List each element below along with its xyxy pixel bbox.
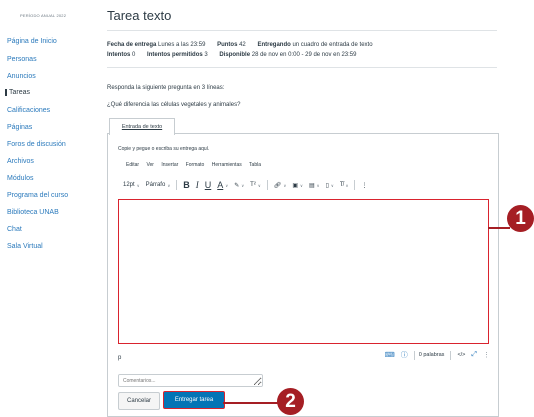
sidebar-item-grades[interactable]: Calificaciones bbox=[7, 107, 50, 114]
italic-icon[interactable]: I bbox=[196, 180, 199, 190]
sidebar-item-files[interactable]: Archivos bbox=[7, 158, 34, 165]
text-editor-area[interactable] bbox=[118, 199, 489, 344]
chevron-down-icon: ∨ bbox=[136, 182, 140, 188]
allowed-attempts-value: 3 bbox=[204, 52, 208, 58]
sidebar-item-people[interactable]: Personas bbox=[7, 56, 37, 63]
toolbar-separator bbox=[176, 180, 178, 190]
sidebar-item-pages[interactable]: Páginas bbox=[7, 124, 32, 131]
callout-badge-1: 1 bbox=[507, 205, 534, 232]
submission-panel: Copie y pegue o escriba su entrega aquí.… bbox=[107, 133, 499, 417]
font-size-value: 12pt bbox=[123, 182, 135, 188]
callout-line bbox=[223, 402, 280, 404]
highlight-color-icon[interactable]: ✎ ∨ bbox=[234, 182, 244, 189]
html-editor-toggle[interactable]: </> bbox=[457, 352, 465, 358]
due-value: Lunes a las 23:59 bbox=[158, 42, 206, 48]
superscript-icon[interactable]: T² ∨ bbox=[250, 182, 261, 188]
comments-input[interactable] bbox=[118, 374, 263, 387]
submitting-value: un cuadro de entrada de texto bbox=[292, 42, 373, 48]
element-path: p bbox=[118, 355, 122, 361]
sidebar-item-chat[interactable]: Chat bbox=[7, 226, 22, 233]
sidebar-item-announcements[interactable]: Anuncios bbox=[7, 73, 36, 80]
chevron-down-icon: ∨ bbox=[167, 182, 171, 188]
chevron-down-icon: ∨ bbox=[300, 182, 303, 188]
image-icon[interactable]: ▣ ∨ bbox=[292, 182, 303, 189]
clear-format-icon[interactable]: T̸ ∨ bbox=[340, 182, 349, 188]
resize-handle-icon[interactable]: ⋮ bbox=[483, 351, 490, 359]
attempts-label: Intentos bbox=[107, 52, 131, 58]
chevron-down-icon: ∨ bbox=[330, 182, 334, 188]
editor-statusbar: ⌨ ⓘ 0 palabras </> ⤢ ⋮ bbox=[379, 350, 490, 360]
due-label: Fecha de entrega bbox=[107, 42, 157, 48]
chevron-down-icon: ∨ bbox=[316, 182, 320, 188]
submit-assignment-button[interactable]: Entregar tarea bbox=[163, 391, 225, 409]
allowed-attempts-label: Intentos permitidos bbox=[147, 52, 203, 58]
menu-table[interactable]: Tabla bbox=[249, 162, 261, 168]
menu-tools[interactable]: Herramientas bbox=[212, 162, 242, 168]
assignment-meta-row-1: Fecha de entrega Lunes a las 23:59 Punto… bbox=[107, 42, 373, 48]
fullscreen-icon[interactable]: ⤢ bbox=[471, 351, 477, 359]
page-title: Tarea texto bbox=[107, 8, 172, 23]
toolbar-separator bbox=[354, 180, 356, 190]
sidebar-item-modules[interactable]: Módulos bbox=[7, 175, 33, 182]
term-label: PERÍODO ANUAL 2022 bbox=[20, 13, 67, 18]
chevron-down-icon: ∨ bbox=[257, 182, 261, 188]
text-color-icon[interactable]: A ∨ bbox=[217, 180, 228, 190]
sidebar-item-virtual-room[interactable]: Sala Virtual bbox=[7, 243, 43, 250]
chevron-down-icon: ∨ bbox=[283, 182, 287, 188]
divider bbox=[107, 67, 497, 68]
assignment-meta-row-2: Intentos 0 Intentos permitidos 3 Disponi… bbox=[107, 52, 357, 58]
menu-view[interactable]: Ver bbox=[146, 162, 154, 168]
question-text: ¿Qué diferencia las células vegetales y … bbox=[107, 102, 241, 108]
accessibility-icon[interactable]: ⓘ bbox=[401, 350, 408, 360]
points-label: Puntos bbox=[217, 42, 238, 48]
cancel-button[interactable]: Cancelar bbox=[118, 392, 160, 410]
sidebar-item-discussions[interactable]: Foros de discusión bbox=[7, 141, 66, 148]
editor-menubar: Editar Ver Insertar Formato Herramientas… bbox=[126, 162, 267, 168]
chevron-down-icon: ∨ bbox=[345, 182, 349, 188]
block-format-select[interactable]: Párrafo ∨ bbox=[146, 182, 171, 188]
underline-icon[interactable]: U bbox=[205, 180, 212, 190]
sidebar-item-assignments[interactable]: Tareas bbox=[5, 89, 30, 96]
course-nav: PERÍODO ANUAL 2022 Página de Inicio Pers… bbox=[0, 0, 96, 417]
callout-badge-2: 2 bbox=[277, 388, 304, 415]
keyboard-icon[interactable]: ⌨ bbox=[385, 351, 395, 359]
tab-text-entry[interactable]: Entrada de texto bbox=[109, 118, 175, 135]
toolbar-separator bbox=[266, 180, 268, 190]
assignment-main: Tarea texto Fecha de entrega Lunes a las… bbox=[107, 0, 499, 417]
bold-icon[interactable]: B bbox=[183, 180, 190, 190]
divider bbox=[107, 30, 497, 31]
available-value: 28 de nov en 0:00 - 29 de nov en 23:59 bbox=[251, 52, 357, 58]
link-icon[interactable]: 🔗︎ ∨ bbox=[274, 182, 287, 189]
document-icon[interactable]: ▯ ∨ bbox=[326, 182, 334, 189]
submitting-label: Entregando bbox=[257, 42, 291, 48]
menu-edit[interactable]: Editar bbox=[126, 162, 139, 168]
sidebar-item-syllabus[interactable]: Programa del curso bbox=[7, 192, 68, 199]
attempts-value: 0 bbox=[132, 52, 136, 58]
media-icon[interactable]: ▤ ∨ bbox=[309, 182, 320, 189]
instruction-text: Responda la siguiente pregunta en 3 líne… bbox=[107, 85, 225, 91]
more-options-icon[interactable]: ⋮ bbox=[361, 182, 367, 189]
block-format-value: Párrafo bbox=[145, 182, 166, 188]
sidebar-item-home[interactable]: Página de Inicio bbox=[7, 38, 57, 45]
statusbar-separator bbox=[413, 350, 415, 360]
editor-hint: Copie y pegue o escriba su entrega aquí. bbox=[118, 146, 210, 152]
available-label: Disponible bbox=[219, 52, 251, 58]
chevron-down-icon: ∨ bbox=[241, 182, 245, 188]
points-value: 42 bbox=[239, 42, 246, 48]
font-size-select[interactable]: 12pt ∨ bbox=[123, 182, 140, 188]
chevron-down-icon: ∨ bbox=[225, 182, 229, 188]
editor-toolbar: 12pt ∨ Párrafo ∨ B I U A ∨ ✎ ∨ T² ∨ 🔗︎ ∨ ▣ ∨ ▤ ∨… bbox=[123, 179, 373, 191]
callout-line bbox=[488, 227, 510, 229]
statusbar-separator bbox=[450, 350, 452, 360]
sidebar-item-library[interactable]: Biblioteca UNAB bbox=[7, 209, 59, 216]
word-count[interactable]: 0 palabras bbox=[419, 352, 445, 358]
menu-format[interactable]: Formato bbox=[186, 162, 205, 168]
menu-insert[interactable]: Insertar bbox=[161, 162, 178, 168]
